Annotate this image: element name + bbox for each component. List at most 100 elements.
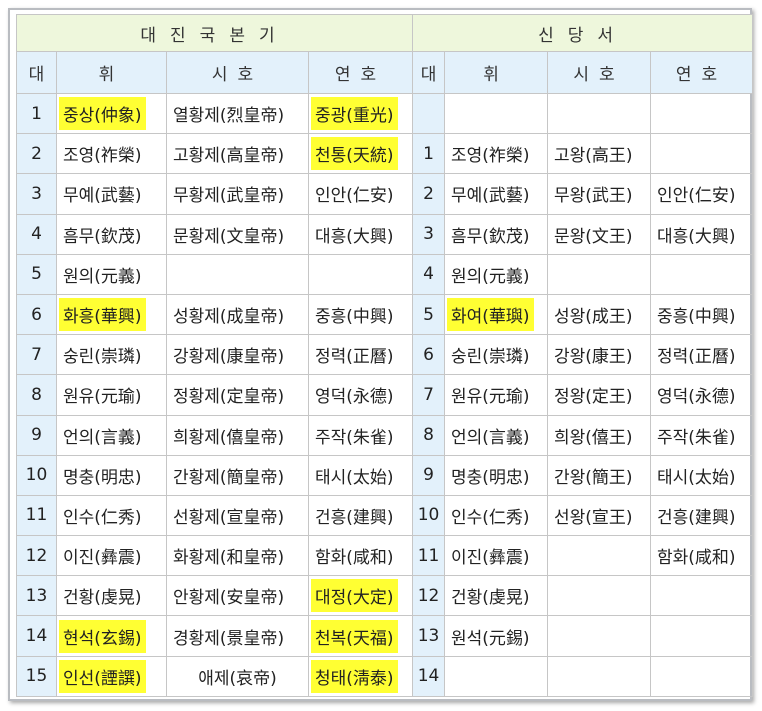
row-number-right: 12	[412, 575, 446, 617]
cell-yeon: 주작(朱雀)	[307, 414, 414, 456]
cell-sho: 간황제(簡皇帝)	[166, 454, 309, 496]
row-number-text: 6	[31, 304, 42, 325]
cell-sho-right	[547, 615, 652, 657]
row-number-text: 12	[25, 545, 48, 566]
row-number: 13	[16, 575, 57, 617]
cell-hwi-text: 원유(元瑜)	[63, 387, 142, 408]
cell-yeon: 정력(正曆)	[307, 334, 414, 376]
table-row: 2 조영(祚榮) 고황제(高皇帝) 천통(天統) 1 조영(祚榮) 고왕(高王)	[16, 133, 754, 175]
cell-hwi-text: 화흥(華興)	[59, 298, 146, 332]
cell-hwi: 화흥(華興)	[56, 293, 167, 336]
cell-hwi: 숭린(崇璘)	[56, 334, 167, 376]
cell-yeon-right	[650, 92, 754, 135]
cell-sho-text: 경황제(景皇帝)	[173, 628, 285, 649]
cell-sho-right-text: 무왕(武王)	[554, 186, 633, 207]
cell-sho-right: 선왕(宣王)	[547, 494, 652, 537]
table-row: 11 인수(仁秀) 선황제(宣皇帝) 건흥(建興) 10 인수(仁秀) 선왕(宣王) 건흥(建…	[16, 494, 754, 537]
cell-hwi-right-text: 원유(元瑜)	[451, 387, 530, 408]
row-number-right: 7	[412, 374, 446, 416]
cell-hwi-text: 원의(元義)	[63, 266, 142, 287]
row-number: 2	[16, 133, 57, 175]
row-number-right: 8	[412, 414, 446, 456]
cell-hwi-text: 인수(仁秀)	[63, 507, 142, 528]
cell-hwi-right: 조영(祚榮)	[444, 133, 549, 175]
cell-yeon-right	[650, 615, 754, 657]
cell-sho-text: 문황제(文皇帝)	[173, 226, 285, 247]
row-number-text: 7	[31, 344, 42, 365]
col-header-sho: 시호	[166, 51, 309, 94]
row-number-right: 3	[412, 213, 446, 255]
table-row: 3 무예(武藝) 무황제(武皇帝) 인안(仁安) 2 무예(武藝) 무왕(武王) 인안(仁安)	[16, 173, 754, 215]
cell-hwi-right: 원의(元義)	[444, 253, 549, 295]
cell-yeon: 대흥(大興)	[307, 213, 414, 255]
row-number-right-text: 10	[417, 505, 440, 526]
cell-sho-right-text: 선왕(宣王)	[554, 507, 633, 528]
table-row: 10 명충(明忠) 간황제(簡皇帝) 태시(太始) 9 명충(明忠) 간왕(簡王) 태시(太始…	[16, 454, 754, 496]
row-number-text: 3	[31, 183, 42, 204]
cell-yeon: 건흥(建興)	[307, 494, 414, 537]
cell-hwi-right-text: 이진(彝震)	[451, 548, 530, 569]
row-number: 11	[16, 494, 57, 537]
row-number-text: 4	[31, 224, 42, 245]
cell-hwi-right: 인수(仁秀)	[444, 494, 549, 537]
cell-sho-right: 정왕(定王)	[547, 374, 652, 416]
cell-yeon-right-text: 태시(太始)	[657, 467, 736, 488]
row-number-right-text: 3	[423, 224, 434, 245]
cell-hwi-right: 숭린(崇璘)	[444, 334, 549, 376]
cell-hwi-text: 현석(玄錫)	[59, 619, 146, 653]
row-number-right-text: 4	[423, 264, 434, 285]
cell-sho-text: 성황제(成皇帝)	[173, 307, 285, 328]
cell-sho: 안황제(安皇帝)	[166, 575, 309, 617]
cell-sho-right-text: 고왕(高王)	[554, 146, 633, 167]
table-row: 15 인선(諲譔) 애제(哀帝) 청태(淸泰) 14	[16, 655, 754, 697]
row-number-text: 2	[31, 143, 42, 164]
cell-sho: 희황제(僖皇帝)	[166, 414, 309, 456]
cell-sho-text: 간황제(簡皇帝)	[173, 467, 285, 488]
cell-yeon-text: 대흥(大興)	[315, 226, 394, 247]
cell-hwi-text: 무예(武藝)	[63, 186, 142, 207]
cell-yeon-right	[650, 133, 754, 175]
cell-sho-right-text: 간왕(簡王)	[554, 467, 633, 488]
row-number: 10	[16, 454, 57, 496]
cell-hwi-text: 건황(虔晃)	[63, 588, 142, 609]
row-number-text: 14	[25, 626, 48, 647]
cell-hwi: 인수(仁秀)	[56, 494, 167, 537]
cell-hwi-right-text: 무예(武藝)	[451, 186, 530, 207]
row-number: 6	[16, 293, 57, 336]
cell-sho-right	[547, 575, 652, 617]
cell-yeon-right: 함화(咸和)	[650, 535, 754, 577]
cell-yeon: 청태(淸泰)	[307, 655, 414, 697]
row-number-right: 4	[412, 253, 446, 295]
cell-yeon-right: 주작(朱雀)	[650, 414, 754, 456]
row-number: 3	[16, 173, 57, 215]
cell-yeon-right-text: 대흥(大興)	[657, 226, 736, 247]
group-header-daejinguk: 대진국본기	[15, 14, 414, 52]
cell-hwi-text: 중상(仲象)	[59, 97, 146, 131]
cell-sho-right: 문왕(文王)	[547, 213, 652, 255]
cell-yeon-text: 주작(朱雀)	[315, 427, 394, 448]
cell-yeon-right: 건흥(建興)	[650, 494, 754, 537]
cell-yeon: 인안(仁安)	[307, 173, 414, 215]
cell-hwi: 흠무(欽茂)	[56, 213, 167, 255]
cell-sho: 고황제(高皇帝)	[166, 133, 309, 175]
row-number-right: 10	[412, 494, 446, 537]
cell-sho-right	[547, 253, 652, 295]
cell-sho-right: 무왕(武王)	[547, 173, 652, 215]
cell-hwi-right-text: 언의(言義)	[451, 427, 530, 448]
cell-sho-text: 열황제(烈皇帝)	[173, 106, 285, 127]
table-row: 1 중상(仲象) 열황제(烈皇帝) 중광(重光)	[16, 92, 754, 135]
row-number-right-text: 6	[423, 344, 434, 365]
cell-sho: 선황제(宣皇帝)	[166, 494, 309, 537]
cell-hwi-right: 이진(彝震)	[444, 535, 549, 577]
cell-yeon-right-text: 인안(仁安)	[657, 186, 736, 207]
cell-yeon-right: 정력(正曆)	[650, 334, 754, 376]
cell-hwi-right-text: 흠무(欽茂)	[451, 226, 530, 247]
row-number-right-text: 9	[423, 465, 434, 486]
cell-hwi-right-text: 명충(明忠)	[451, 467, 530, 488]
cell-hwi: 조영(祚榮)	[56, 133, 167, 175]
col-header-yeon: 연호	[307, 51, 414, 94]
cell-sho	[166, 253, 309, 295]
cell-sho-text: 애제(哀帝)	[198, 668, 277, 689]
cell-hwi-right: 원석(元錫)	[444, 615, 549, 657]
cell-hwi: 건황(虔晃)	[56, 575, 167, 617]
